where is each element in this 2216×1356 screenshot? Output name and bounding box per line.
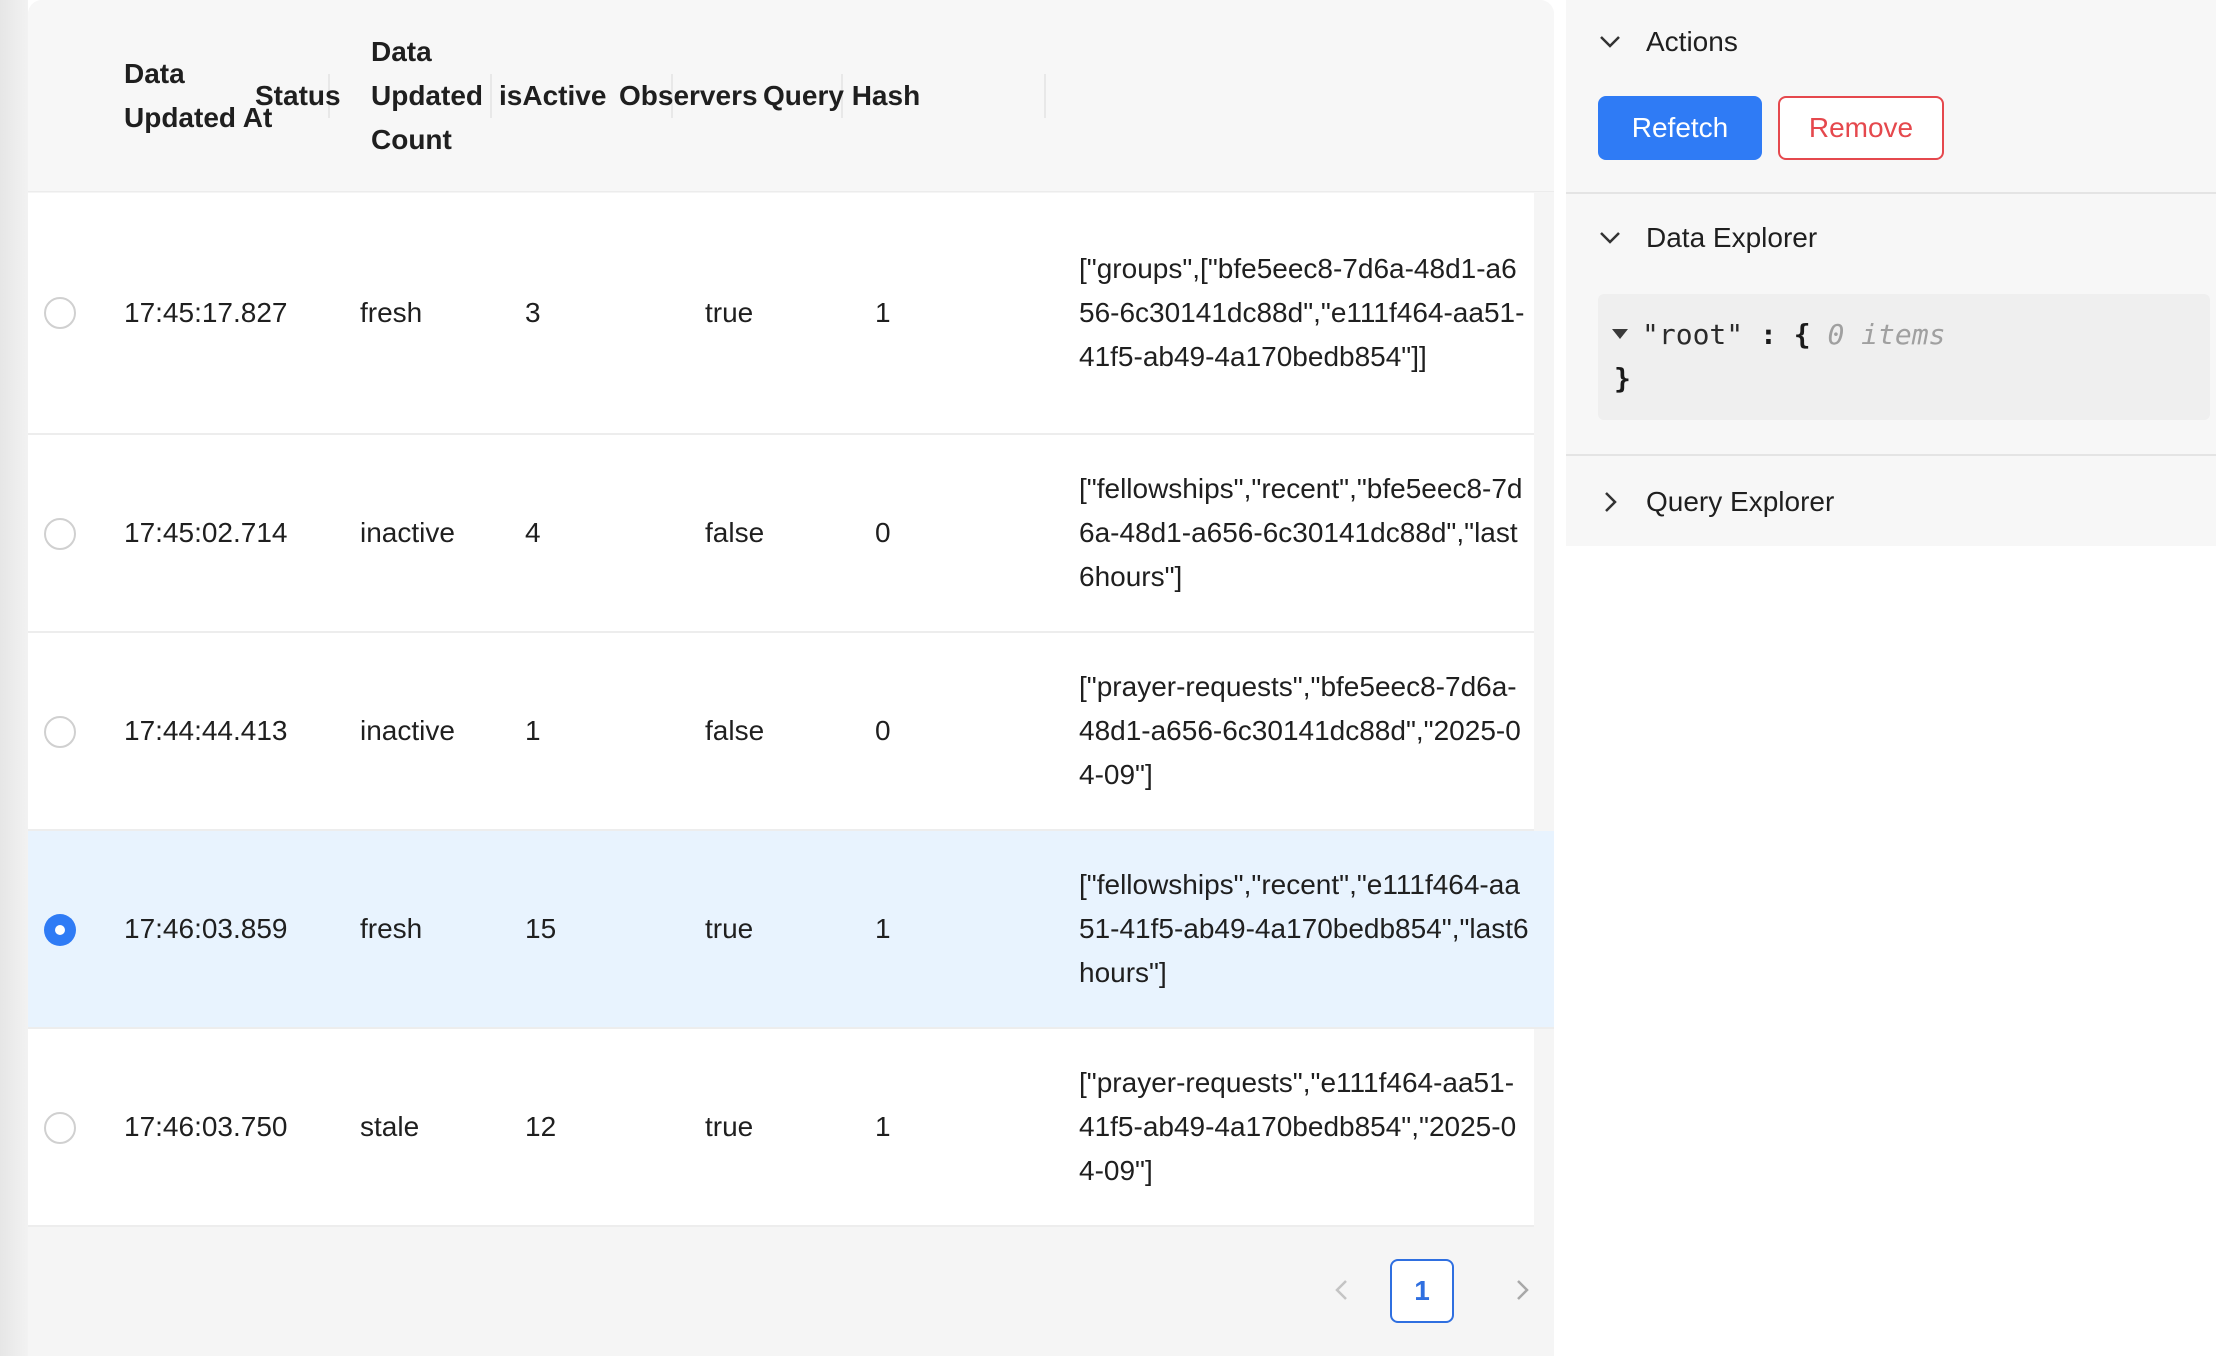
column-header-updated-at[interactable]: Data Updated At bbox=[124, 0, 272, 192]
cell-observers: 1 bbox=[875, 1111, 891, 1142]
table-row[interactable]: 17:44:44.413 inactive 1 false 0 ["prayer… bbox=[28, 633, 1534, 831]
actions-section-header[interactable]: Actions bbox=[1596, 22, 1738, 62]
cell-is-active: true bbox=[705, 913, 754, 944]
caret-down-icon[interactable] bbox=[1612, 329, 1628, 339]
column-header-status[interactable]: Status bbox=[255, 0, 341, 192]
cell-observers: 1 bbox=[875, 297, 891, 328]
cell-updated-count: 15 bbox=[525, 913, 557, 944]
chevron-down-icon bbox=[1596, 224, 1624, 252]
cell-status: inactive bbox=[360, 517, 455, 548]
chevron-right-icon bbox=[1517, 1280, 1529, 1300]
cell-is-active: true bbox=[705, 297, 754, 328]
json-key: "root" bbox=[1642, 317, 1744, 351]
section-title: Query Explorer bbox=[1646, 486, 1835, 517]
cell-query-hash: ["fellowships","recent","e111f464-aa51-4… bbox=[1079, 869, 1529, 988]
cell-updated-at: 17:44:44.413 bbox=[124, 715, 288, 746]
row-select-radio[interactable] bbox=[44, 716, 76, 748]
cell-observers: 0 bbox=[875, 715, 891, 746]
table-row[interactable]: 17:45:17.827 fresh 3 true 1 ["groups",["… bbox=[28, 193, 1534, 435]
json-close-brace: } bbox=[1614, 361, 1631, 395]
header-label-line: Count bbox=[371, 124, 452, 155]
cell-is-active: false bbox=[705, 715, 765, 746]
column-header-query-hash[interactable]: Query Hash bbox=[763, 0, 920, 192]
json-colon: : bbox=[1743, 317, 1794, 351]
cell-status: fresh bbox=[360, 297, 423, 328]
cell-status: stale bbox=[360, 1111, 420, 1142]
header-label-line: Updated At bbox=[124, 102, 273, 133]
pagination-prev-button[interactable] bbox=[1322, 1270, 1362, 1310]
table-row-selected[interactable]: 17:46:03.859 fresh 15 true 1 ["fellowshi… bbox=[28, 831, 1554, 1029]
query-details-panel: Actions Refetch Remove Data Explorer "ro… bbox=[1566, 0, 2216, 1356]
pagination-page-1[interactable]: 1 bbox=[1390, 1259, 1454, 1323]
cell-updated-at: 17:45:17.827 bbox=[124, 297, 288, 328]
cell-updated-count: 1 bbox=[525, 715, 541, 746]
column-divider bbox=[1044, 74, 1046, 118]
cell-updated-count: 4 bbox=[525, 517, 541, 548]
actions-section: Actions Refetch Remove bbox=[1566, 0, 2216, 192]
json-item-count: 0 items bbox=[1810, 317, 1946, 351]
cell-observers: 0 bbox=[875, 517, 891, 548]
cell-status: fresh bbox=[360, 913, 423, 944]
query-explorer-section: Query Explorer bbox=[1566, 456, 2216, 546]
chevron-right-icon bbox=[1596, 488, 1624, 516]
cell-updated-at: 17:46:03.859 bbox=[124, 913, 288, 944]
cell-query-hash: ["fellowships","recent","bfe5eec8-7d6a-4… bbox=[1079, 473, 1523, 592]
section-title: Actions bbox=[1646, 26, 1738, 57]
column-header-updated-count[interactable]: Data Updated Count bbox=[371, 0, 483, 192]
table-row[interactable]: 17:45:02.714 inactive 4 false 0 ["fellow… bbox=[28, 435, 1534, 633]
cell-is-active: false bbox=[705, 517, 765, 548]
cell-updated-count: 3 bbox=[525, 297, 541, 328]
pagination-next-button[interactable] bbox=[1502, 1270, 1542, 1310]
header-label-line: Data bbox=[371, 36, 432, 67]
json-root-line[interactable]: "root" : { 0 items bbox=[1612, 314, 1945, 354]
header-label: Status bbox=[255, 80, 341, 111]
cell-query-hash: ["prayer-requests","bfe5eec8-7d6a-48d1-a… bbox=[1079, 671, 1521, 790]
table-row[interactable]: 17:46:03.750 stale 12 true 1 ["prayer-re… bbox=[28, 1029, 1534, 1227]
cell-updated-count: 12 bbox=[525, 1111, 557, 1142]
cell-updated-at: 17:45:02.714 bbox=[124, 517, 288, 548]
left-gutter bbox=[0, 0, 28, 1356]
row-select-radio-checked[interactable] bbox=[44, 914, 76, 946]
header-label: Observers bbox=[619, 80, 758, 111]
refetch-button[interactable]: Refetch bbox=[1598, 96, 1762, 160]
json-open-brace: { bbox=[1793, 317, 1811, 351]
json-viewer: "root" : { 0 items } bbox=[1598, 294, 2210, 420]
data-explorer-section-header[interactable]: Data Explorer bbox=[1596, 218, 1817, 258]
column-divider bbox=[490, 74, 492, 118]
row-select-radio[interactable] bbox=[44, 1112, 76, 1144]
table-header: Data Updated At Status Data Updated Count i… bbox=[28, 0, 1554, 192]
cell-updated-at: 17:46:03.750 bbox=[124, 1111, 288, 1142]
column-header-is-active[interactable]: isActive bbox=[499, 0, 606, 192]
chevron-down-icon bbox=[1596, 28, 1624, 56]
header-label: Query Hash bbox=[763, 80, 921, 111]
header-label-line: Data bbox=[124, 58, 185, 89]
column-header-observers[interactable]: Observers bbox=[619, 0, 758, 192]
json-close-line: } bbox=[1614, 358, 1631, 398]
cell-query-hash: ["groups",["bfe5eec8-7d6a-48d1-a656-6c30… bbox=[1079, 253, 1525, 372]
row-select-radio[interactable] bbox=[44, 297, 76, 329]
cell-query-hash: ["prayer-requests","e111f464-aa51-41f5-a… bbox=[1079, 1067, 1517, 1186]
remove-button[interactable]: Remove bbox=[1778, 96, 1944, 160]
section-title: Data Explorer bbox=[1646, 222, 1818, 253]
cell-status: inactive bbox=[360, 715, 455, 746]
queries-table: Data Updated At Status Data Updated Count i… bbox=[28, 0, 1554, 1356]
header-label-line: Updated bbox=[371, 80, 483, 111]
cell-is-active: true bbox=[705, 1111, 754, 1142]
row-select-radio[interactable] bbox=[44, 518, 76, 550]
chevron-left-icon bbox=[1335, 1280, 1347, 1300]
app-root: Data Updated At Status Data Updated Count i… bbox=[0, 0, 2216, 1356]
cell-observers: 1 bbox=[875, 913, 891, 944]
query-explorer-section-header[interactable]: Query Explorer bbox=[1596, 482, 1834, 522]
header-label: isActive bbox=[499, 80, 607, 111]
